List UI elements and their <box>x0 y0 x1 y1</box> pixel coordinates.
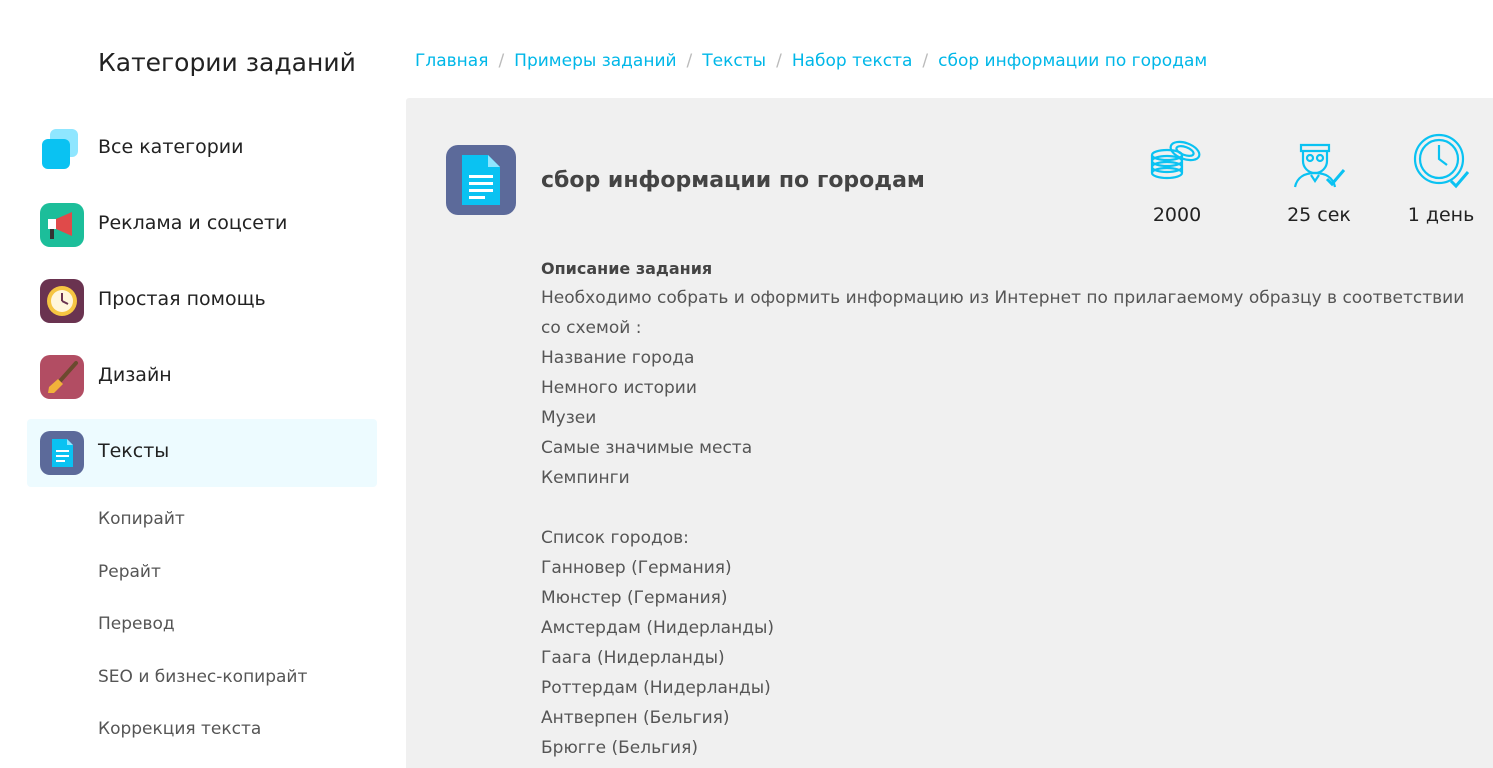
sidebar-title: Категории заданий <box>98 48 356 77</box>
description-intro: Необходимо собрать и оформить информацию… <box>541 288 1465 338</box>
sidebar: Категории заданий Все категории Реклама … <box>0 0 400 768</box>
category-label: Дизайн <box>98 364 172 386</box>
stat-deadline-value: 1 день <box>1407 204 1475 226</box>
clock-icon <box>40 279 84 323</box>
brush-icon <box>40 355 84 399</box>
breadcrumb-separator: / <box>776 51 782 71</box>
subcategory-translation[interactable]: Перевод <box>98 614 175 634</box>
city-item: Роттердам (Нидерланды) <box>541 678 771 698</box>
stat-deadline: 1 день <box>1396 131 1486 226</box>
city-item: Ганновер (Германия) <box>541 558 732 578</box>
subcategory-proofreading[interactable]: Коррекция текста <box>98 719 261 739</box>
city-item: Брюгге (Бельгия) <box>541 738 698 758</box>
category-ads-social[interactable]: Реклама и соцсети <box>27 191 377 259</box>
worker-check-icon <box>1293 143 1346 188</box>
clock-check-icon <box>1413 133 1470 189</box>
breadcrumb: Главная / Примеры заданий / Тексты / Набор тек… <box>415 51 1207 71</box>
city-item: Гаага (Нидерланды) <box>541 648 725 668</box>
scheme-item: Название города <box>541 348 695 368</box>
layers-icon <box>40 127 84 171</box>
category-label: Реклама и соцсети <box>98 212 288 234</box>
document-icon <box>40 431 84 475</box>
category-all[interactable]: Все категории <box>27 115 377 183</box>
breadcrumb-typing[interactable]: Набор текста <box>792 51 913 71</box>
scheme-item: Самые значимые места <box>541 438 753 458</box>
task-title: сбор информации по городам <box>541 168 925 193</box>
description-heading: Описание задания <box>541 259 713 278</box>
subcategory-copywriting[interactable]: Копирайт <box>98 509 185 529</box>
city-item: Антверпен (Бельгия) <box>541 708 730 728</box>
category-label: Тексты <box>98 440 170 462</box>
coins-icon <box>1150 140 1201 180</box>
stat-time: 25 сек <box>1274 131 1364 226</box>
task-panel: сбор информации по городам 2000 25 сек 1… <box>406 98 1493 768</box>
megaphone-icon <box>40 203 84 247</box>
city-item: Амстердам (Нидерланды) <box>541 618 775 638</box>
category-texts[interactable]: Тексты <box>27 419 377 487</box>
stat-price-value: 2000 <box>1152 204 1202 226</box>
category-design[interactable]: Дизайн <box>27 343 377 411</box>
category-label: Все категории <box>98 136 244 158</box>
stat-price: 2000 <box>1132 131 1222 226</box>
breadcrumb-texts[interactable]: Тексты <box>702 51 766 71</box>
scheme-item: Немного истории <box>541 378 697 398</box>
city-item: Мюнстер (Германия) <box>541 588 728 608</box>
category-simple-help[interactable]: Простая помощь <box>27 267 377 335</box>
subcategory-seo[interactable]: SEO и бизнес-копирайт <box>98 667 307 687</box>
scheme-item: Кемпинги <box>541 468 630 488</box>
breadcrumb-separator: / <box>922 51 929 71</box>
cities-heading: Список городов: <box>541 528 689 548</box>
scheme-item: Музеи <box>541 408 597 428</box>
category-label: Простая помощь <box>98 288 266 310</box>
stat-time-value: 25 сек <box>1287 204 1351 226</box>
document-icon <box>446 145 516 215</box>
task-description: Описание задания Необходимо собрать и оф… <box>541 255 1471 763</box>
breadcrumb-separator: / <box>498 51 505 71</box>
breadcrumb-home[interactable]: Главная <box>415 51 488 71</box>
breadcrumb-examples[interactable]: Примеры заданий <box>514 51 676 71</box>
subcategory-rewriting[interactable]: Рерайт <box>98 562 161 582</box>
breadcrumb-current[interactable]: сбор информации по городам <box>938 51 1207 71</box>
breadcrumb-separator: / <box>686 51 693 71</box>
